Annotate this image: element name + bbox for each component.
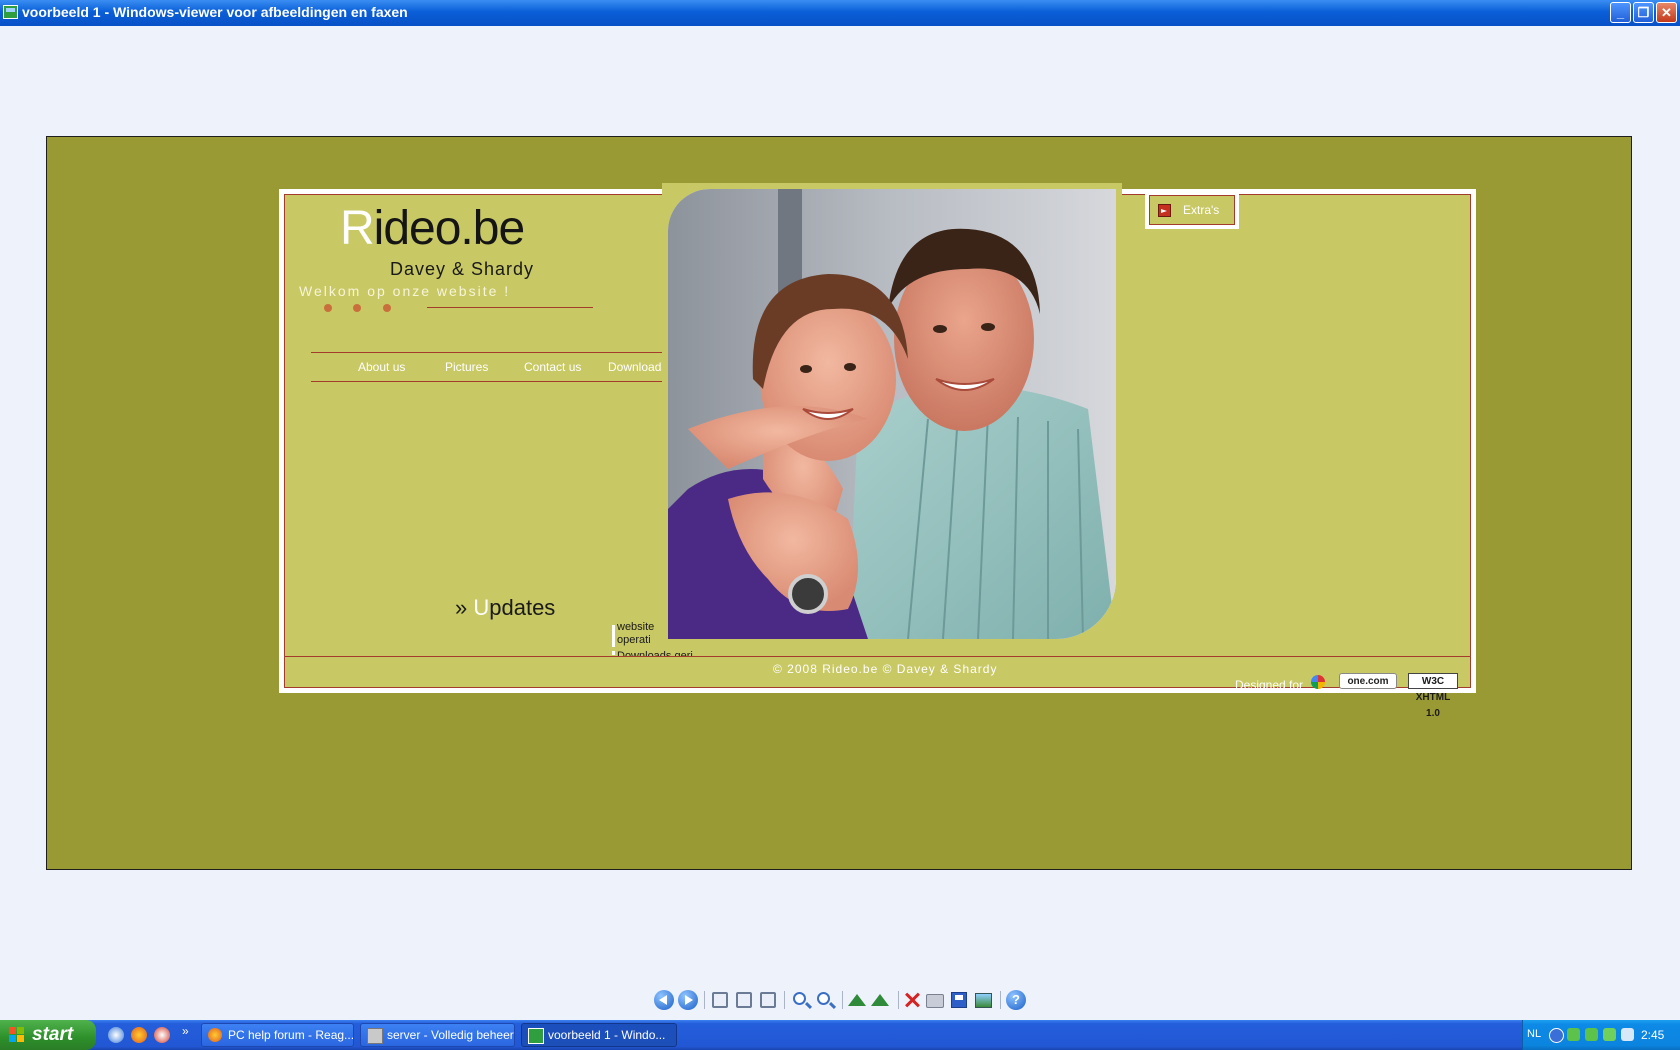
toolbar-separator bbox=[704, 991, 705, 1009]
firefox-icon[interactable] bbox=[131, 1027, 147, 1043]
rotate-counterclockwise-icon[interactable] bbox=[871, 994, 889, 1006]
remote-desktop-icon bbox=[367, 1028, 383, 1044]
welcome-text: Welkom op onze website ! bbox=[299, 283, 511, 299]
start-button[interactable]: start bbox=[0, 1020, 96, 1050]
task-image-viewer[interactable]: voorbeeld 1 - Windo... bbox=[521, 1023, 677, 1047]
volume-icon[interactable] bbox=[1621, 1028, 1634, 1041]
previous-image-icon[interactable] bbox=[654, 990, 674, 1010]
arrow-right-icon bbox=[1158, 204, 1171, 217]
image-viewer-icon bbox=[3, 5, 18, 19]
nav-top-line bbox=[311, 352, 711, 353]
restore-button[interactable]: ❐ bbox=[1633, 2, 1654, 23]
task-label: voorbeeld 1 - Windo... bbox=[548, 1028, 666, 1042]
quick-launch-icon[interactable] bbox=[154, 1027, 170, 1043]
nav-bottom-line bbox=[311, 381, 711, 382]
messenger-icon[interactable] bbox=[1603, 1028, 1616, 1041]
update-line: operati bbox=[617, 634, 651, 646]
updates-text: pdates bbox=[489, 595, 556, 620]
decorative-dot bbox=[324, 304, 332, 312]
logo-text: ideo.be bbox=[373, 202, 525, 255]
system-tray: NL 2:45 bbox=[1522, 1020, 1680, 1050]
title-bar[interactable]: voorbeeld 1 - Windows-viewer voor afbeel… bbox=[0, 0, 1680, 26]
browser-logo-icon bbox=[1311, 675, 1325, 689]
quick-launch-more[interactable]: » bbox=[182, 1024, 189, 1038]
couple-photo bbox=[668, 189, 1116, 639]
actual-size-icon[interactable] bbox=[736, 992, 752, 1008]
nav-downloads[interactable]: Downloads bbox=[608, 360, 667, 374]
updates-heading: » Updates bbox=[455, 595, 555, 621]
toolbar-separator bbox=[784, 991, 785, 1009]
close-button[interactable]: ✕ bbox=[1656, 2, 1677, 23]
windows-flag-icon bbox=[9, 1027, 25, 1043]
site-subtitle: Davey & Shardy bbox=[390, 259, 535, 279]
task-label: server - Volledig beheer bbox=[387, 1028, 514, 1042]
task-server[interactable]: server - Volledig beheer bbox=[360, 1023, 515, 1047]
extras-label: Extra's bbox=[1183, 203, 1220, 217]
toolbar-separator bbox=[898, 991, 899, 1009]
print-icon[interactable] bbox=[926, 994, 944, 1008]
rotate-clockwise-icon[interactable] bbox=[848, 994, 866, 1006]
task-pc-help-forum[interactable]: PC help forum - Reag... bbox=[201, 1023, 354, 1047]
clock: 2:45 bbox=[1641, 1028, 1665, 1042]
nav-contact-us[interactable]: Contact us bbox=[524, 360, 581, 374]
zoom-out-icon[interactable] bbox=[817, 992, 830, 1005]
next-image-icon[interactable] bbox=[678, 990, 698, 1010]
copyright-text: © 2008 Rideo.be © Davey & Shardy bbox=[773, 662, 998, 676]
update-marker bbox=[612, 625, 615, 647]
logo-first-letter: R bbox=[340, 202, 375, 255]
updates-first-letter: U bbox=[473, 595, 490, 620]
designed-for-text: Designed for bbox=[1235, 678, 1304, 692]
internet-explorer-icon[interactable] bbox=[108, 1027, 124, 1043]
header-divider bbox=[427, 307, 593, 308]
footer-divider bbox=[285, 656, 1470, 657]
slideshow-icon[interactable] bbox=[760, 992, 776, 1008]
network-icon[interactable] bbox=[1567, 1028, 1580, 1041]
decorative-dot bbox=[383, 304, 391, 312]
photo-container bbox=[662, 183, 1122, 645]
language-indicator[interactable]: NL bbox=[1527, 1028, 1541, 1040]
w3c-xhtml-badge: W3C XHTML 1.0 bbox=[1408, 673, 1458, 719]
extras-button: Extra's bbox=[1149, 195, 1235, 225]
updates-prefix: » bbox=[455, 595, 474, 620]
minimize-button[interactable]: _ bbox=[1610, 2, 1631, 23]
update-marker bbox=[612, 651, 615, 655]
onecom-badge: one.com bbox=[1339, 673, 1397, 689]
start-label: start bbox=[32, 1024, 74, 1045]
tray-expand-icon[interactable] bbox=[1549, 1028, 1564, 1043]
nav-pictures[interactable]: Pictures bbox=[445, 360, 488, 374]
window-title: voorbeeld 1 - Windows-viewer voor afbeel… bbox=[22, 4, 408, 20]
delete-icon[interactable] bbox=[902, 990, 922, 1010]
site-logo: Rideo.be bbox=[340, 201, 525, 256]
help-icon[interactable]: ? bbox=[1006, 990, 1026, 1010]
extras-box: Extra's bbox=[1145, 191, 1239, 229]
toolbar-separator bbox=[1000, 991, 1001, 1009]
task-label: PC help forum - Reag... bbox=[228, 1028, 354, 1042]
best-fit-icon[interactable] bbox=[712, 992, 728, 1008]
taskbar: start » PC help forum - Reag... server -… bbox=[0, 1020, 1680, 1050]
photo-watch bbox=[788, 574, 828, 614]
zoom-in-icon[interactable] bbox=[793, 992, 806, 1005]
update-line: website bbox=[617, 621, 655, 633]
decorative-dot bbox=[353, 304, 361, 312]
nav-about-us[interactable]: About us bbox=[358, 360, 405, 374]
edit-icon[interactable] bbox=[975, 993, 992, 1008]
network-icon[interactable] bbox=[1585, 1028, 1598, 1041]
firefox-icon bbox=[208, 1028, 222, 1042]
toolbar-separator bbox=[842, 991, 843, 1009]
save-icon[interactable] bbox=[951, 992, 967, 1008]
image-viewer-icon bbox=[528, 1028, 544, 1044]
